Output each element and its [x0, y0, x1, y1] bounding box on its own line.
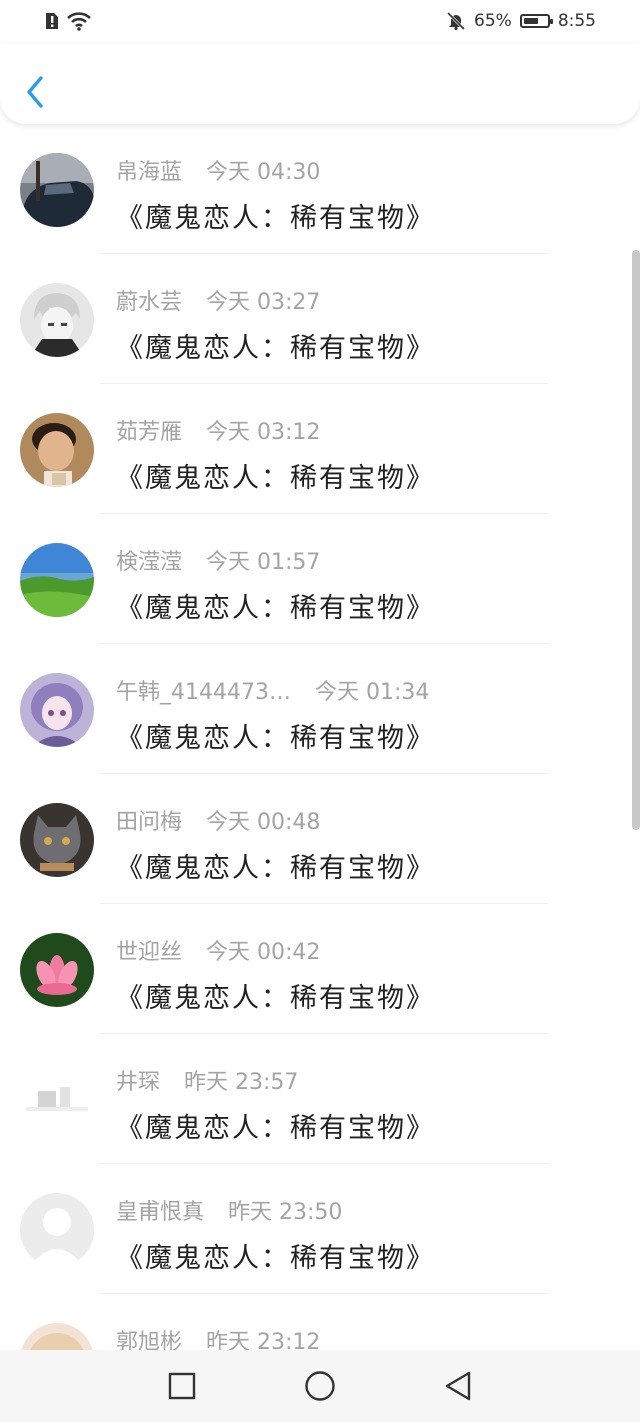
landscape-avatar-icon	[20, 543, 94, 617]
item-meta: 田问梅 今天 00:48	[116, 804, 321, 836]
chevron-left-icon	[27, 76, 43, 108]
list-item[interactable]: 帛海蓝 今天 04:30 《魔鬼恋人：稀有宝物》	[0, 124, 640, 254]
avatar[interactable]	[20, 413, 94, 487]
user-name[interactable]: 検滢滢	[116, 544, 182, 576]
message-text[interactable]: 《魔鬼恋人：稀有宝物》	[116, 846, 435, 885]
recent-apps-button[interactable]	[159, 1363, 205, 1409]
list-item[interactable]: 検滢滢 今天 01:57 《魔鬼恋人：稀有宝物》	[0, 514, 640, 644]
top-bar	[0, 44, 640, 124]
timestamp: 昨天 23:12	[206, 1330, 321, 1350]
user-name[interactable]: 午韩_4144473…	[116, 674, 291, 706]
default-user-avatar-icon	[20, 1193, 94, 1267]
status-bar: 65% 8:55	[0, 0, 640, 44]
list-item[interactable]: 井琛 昨天 23:57 《魔鬼恋人：稀有宝物》	[0, 1034, 640, 1164]
battery-icon	[519, 14, 553, 28]
system-nav-bar	[0, 1350, 640, 1422]
timestamp: 今天 03:27	[206, 290, 321, 315]
notification-list[interactable]: 帛海蓝 今天 04:30 《魔鬼恋人：稀有宝物》 蔚水芸 今天 03:27 《魔…	[0, 124, 640, 1350]
list-item[interactable]: 田问梅 今天 00:48 《魔鬼恋人：稀有宝物》	[0, 774, 640, 904]
anime-boy-avatar-icon	[20, 283, 94, 357]
battery-fill	[523, 18, 538, 24]
lotus-avatar-icon	[20, 933, 94, 1007]
user-name[interactable]: 田问梅	[116, 804, 182, 836]
item-meta: 検滢滢 今天 01:57	[116, 544, 321, 576]
avatar[interactable]	[20, 1323, 94, 1350]
wifi-icon	[67, 12, 91, 31]
status-right: 65% 8:55	[446, 10, 596, 32]
timestamp: 今天 00:42	[206, 940, 321, 965]
battery-percent: 65%	[474, 11, 512, 31]
faded-photo-avatar-icon	[20, 1063, 94, 1137]
message-text[interactable]: 《魔鬼恋人：稀有宝物》	[116, 456, 435, 495]
timestamp: 昨天 23:57	[184, 1070, 299, 1095]
user-name[interactable]: 茹芳雁	[116, 414, 182, 446]
item-meta: 郭旭彬 昨天 23:12	[116, 1327, 320, 1350]
anime-girl-avatar-icon	[20, 673, 94, 747]
list-item[interactable]: 茹芳雁 今天 03:12 《魔鬼恋人：稀有宝物》	[0, 384, 640, 514]
car-photo-avatar-icon	[20, 153, 94, 227]
cat-avatar-icon	[20, 803, 94, 877]
sim-alert-icon	[46, 13, 58, 29]
item-meta: 茹芳雁 今天 03:12	[116, 414, 321, 446]
scrollbar[interactable]	[632, 250, 640, 830]
home-icon	[305, 1371, 335, 1401]
timestamp: 今天 04:30	[206, 160, 321, 185]
item-meta: 蔚水芸 今天 03:27	[116, 284, 321, 316]
user-name[interactable]: 帛海蓝	[116, 154, 182, 186]
avatar[interactable]	[20, 673, 94, 747]
user-name[interactable]: 皇甫恨真	[116, 1194, 204, 1226]
message-text[interactable]: 《魔鬼恋人：稀有宝物》	[116, 976, 435, 1015]
item-meta: 井琛 昨天 23:57	[116, 1064, 299, 1096]
timestamp: 今天 00:48	[206, 810, 321, 835]
timestamp: 昨天 23:50	[228, 1200, 343, 1225]
message-text[interactable]: 《魔鬼恋人：稀有宝物》	[116, 1106, 435, 1145]
message-text[interactable]: 《魔鬼恋人：稀有宝物》	[116, 716, 435, 755]
list-item[interactable]: 皇甫恨真 昨天 23:50 《魔鬼恋人：稀有宝物》	[0, 1164, 640, 1294]
message-text[interactable]: 《魔鬼恋人：稀有宝物》	[116, 326, 435, 365]
list-item[interactable]: 午韩_4144473… 今天 01:34 《魔鬼恋人：稀有宝物》	[0, 644, 640, 774]
message-text[interactable]: 《魔鬼恋人：稀有宝物》	[116, 586, 435, 625]
user-name[interactable]: 井琛	[116, 1064, 160, 1096]
item-meta: 帛海蓝 今天 04:30	[116, 154, 321, 186]
anime-blonde-avatar-icon	[20, 1323, 94, 1350]
timestamp: 今天 01:34	[314, 680, 430, 705]
avatar[interactable]	[20, 1193, 94, 1267]
back-triangle-icon	[445, 1371, 471, 1401]
avatar[interactable]	[20, 803, 94, 877]
status-left	[44, 10, 92, 32]
timestamp: 今天 03:12	[206, 420, 321, 445]
clock: 8:55	[557, 11, 596, 31]
message-text[interactable]: 《魔鬼恋人：稀有宝物》	[116, 1236, 435, 1275]
list-item[interactable]: 郭旭彬 昨天 23:12	[0, 1294, 640, 1350]
item-meta: 午韩_4144473… 今天 01:34	[116, 674, 430, 706]
avatar[interactable]	[20, 543, 94, 617]
nav-back-button[interactable]	[435, 1363, 481, 1409]
avatar[interactable]	[20, 283, 94, 357]
message-text[interactable]: 《魔鬼恋人：稀有宝物》	[116, 196, 435, 235]
selfie-avatar-icon	[20, 413, 94, 487]
avatar[interactable]	[20, 153, 94, 227]
item-meta: 世迎丝 今天 00:42	[116, 934, 321, 966]
list-item[interactable]: 蔚水芸 今天 03:27 《魔鬼恋人：稀有宝物》	[0, 254, 640, 384]
user-name[interactable]: 蔚水芸	[116, 284, 182, 316]
home-button[interactable]	[297, 1363, 343, 1409]
avatar[interactable]	[20, 1063, 94, 1137]
user-name[interactable]: 郭旭彬	[116, 1324, 182, 1350]
user-name[interactable]: 世迎丝	[116, 934, 182, 966]
list-item[interactable]: 世迎丝 今天 00:42 《魔鬼恋人：稀有宝物》	[0, 904, 640, 1034]
avatar[interactable]	[20, 933, 94, 1007]
back-button[interactable]	[18, 72, 52, 112]
mute-bell-icon	[446, 11, 466, 31]
item-meta: 皇甫恨真 昨天 23:50	[116, 1194, 343, 1226]
timestamp: 今天 01:57	[206, 550, 321, 575]
recent-apps-icon	[168, 1372, 196, 1400]
